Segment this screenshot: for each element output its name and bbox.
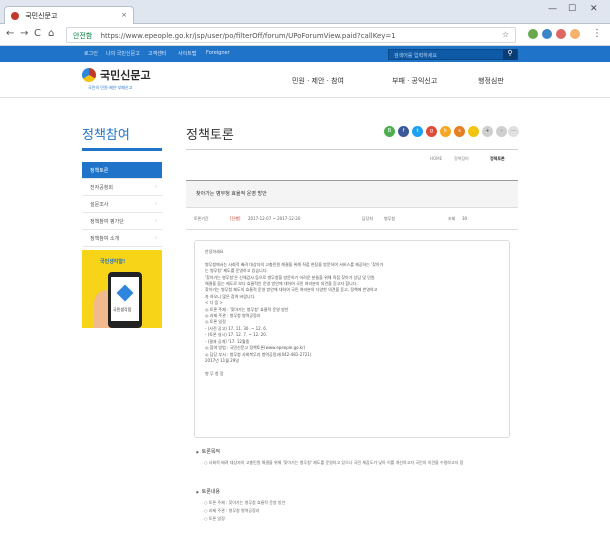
lnb-title: 정책참여: [82, 128, 130, 143]
breadcrumb-home[interactable]: HOME: [430, 156, 442, 161]
window-maximize-icon[interactable]: ☐: [568, 4, 576, 14]
idea-banner[interactable]: 국민생각함! 국민생각함: [82, 250, 162, 328]
site-logo-subtitle: 국민의 민원·제안·부패신고: [88, 85, 133, 90]
zoom-out-icon[interactable]: -: [496, 126, 507, 137]
lnb-item-forum[interactable]: 정책토론: [82, 162, 162, 179]
title-divider: [186, 149, 518, 150]
page-title: 정책토론: [186, 128, 234, 143]
section-content-line: ○ 과제 주관 : 병무청 병역공정과: [204, 508, 260, 513]
window-close-icon[interactable]: ✕: [590, 4, 598, 14]
lnb-item-label: 정책참여 소개: [90, 236, 120, 242]
gnb-civil[interactable]: 민원 · 제안 · 참여: [292, 76, 344, 86]
lnb-item-label: 정책토론: [90, 168, 109, 174]
status-badge: [진행]: [230, 216, 241, 221]
zoom-in-icon[interactable]: +: [482, 126, 493, 137]
breadcrumb-current: 정책토론: [490, 156, 505, 161]
phone-illustration: 국민생각함: [108, 272, 142, 328]
org-value: 병무청: [384, 216, 396, 221]
browser-menu-icon[interactable]: ⋮: [592, 28, 602, 39]
section-content-line: ○ 토론 일정: [204, 516, 225, 521]
tab-title: 국민신문고: [25, 12, 58, 20]
views-label: 조회: [448, 216, 456, 221]
lnb-item-label: 전자공청회: [90, 185, 114, 191]
lnb-item-survey[interactable]: 설문조사 ›: [82, 196, 162, 213]
gnb-admin-appeal[interactable]: 행정심판: [478, 76, 504, 86]
logo-emblem-icon[interactable]: [82, 68, 96, 82]
top-link-my[interactable]: 나의 국민신문고: [106, 50, 140, 57]
home-icon[interactable]: ⌂: [48, 28, 54, 39]
chevron-right-icon: ›: [155, 218, 157, 224]
share-story-icon[interactable]: s: [454, 126, 465, 137]
share-kakao-icon[interactable]: k: [440, 126, 451, 137]
more-icon[interactable]: ···: [508, 126, 519, 137]
org-label: 담당처: [362, 216, 374, 221]
share-blog-icon[interactable]: B: [384, 126, 395, 137]
post-meta: 토론기간 [진행] 2017-12-07 ~ 2017-12-20 담당처 병무…: [186, 208, 518, 230]
section-purpose-text: ○ 사회적 배려 대상자의 고충민원 해결을 위해 '찾아가는 병무청' 제도를…: [204, 460, 464, 465]
section-content-line: ○ 토론 주제 : 찾아가는 병무청 효율적 운영 방안: [204, 500, 286, 505]
extension-blue-icon[interactable]: [542, 29, 552, 39]
lnb-divider: [82, 148, 162, 151]
section-content-title: 토론내용: [196, 488, 220, 495]
extension-orange-icon[interactable]: [570, 29, 580, 39]
views-value: 30: [462, 216, 468, 221]
top-link-sitemap[interactable]: 사이트맵: [178, 50, 196, 57]
site-search-box[interactable]: 검색어를 입력하세요 ⚲: [388, 49, 518, 60]
body-line: 병 무 청 장: [205, 370, 224, 376]
url-text: https://www.epeople.go.kr/jsp/user/po/fi…: [100, 32, 396, 40]
share-facebook-icon[interactable]: f: [398, 126, 409, 137]
lnb-item-panel[interactable]: 정책참여 평가단 ›: [82, 213, 162, 230]
post-subject: 찾아가는 병무청 효율적 운영 방안: [186, 180, 518, 208]
gnb-corruption[interactable]: 부패 · 공익신고: [392, 76, 437, 86]
extension-red-icon[interactable]: [556, 29, 566, 39]
banner-text: 국민생각함!: [100, 259, 126, 265]
lnb-item-intro[interactable]: 정책참여 소개 ›: [82, 230, 162, 247]
share-google-icon[interactable]: g: [426, 126, 437, 137]
breadcrumb-policy[interactable]: 정책참여: [454, 156, 469, 162]
top-link-login[interactable]: 로그인: [84, 50, 98, 57]
site-utility-bar: 로그인 나의 국민신문고 고객센터 사이트맵 Foreigner 검색어를 입력…: [0, 46, 610, 62]
back-icon[interactable]: ←: [6, 28, 14, 39]
share-band-icon[interactable]: ·: [468, 126, 479, 137]
browser-tab[interactable]: 국민신문고 ×: [4, 6, 134, 24]
site-logo[interactable]: 국민신문고: [100, 67, 151, 83]
browser-tab-bar: 국민신문고 × — ☐ ✕: [0, 0, 610, 24]
address-bar[interactable]: 안전함 https://www.epeople.go.kr/jsp/user/p…: [66, 27, 516, 43]
forward-icon[interactable]: →: [20, 28, 28, 39]
site-search-placeholder: 검색어를 입력하세요: [394, 53, 437, 59]
reload-icon[interactable]: C: [34, 28, 41, 39]
top-link-foreigner[interactable]: Foreigner: [206, 50, 230, 56]
bookmark-star-icon[interactable]: ☆: [502, 30, 509, 39]
tab-close-icon[interactable]: ×: [121, 11, 127, 19]
lnb-item-hearing[interactable]: 전자공청회 ›: [82, 179, 162, 196]
period-label: 토론기간: [194, 216, 209, 221]
period-value: 2017-12-07 ~ 2017-12-20: [248, 216, 301, 221]
phone-screen: 국민생각함: [111, 277, 139, 321]
share-twitter-icon[interactable]: t: [412, 126, 423, 137]
lnb-item-label: 정책참여 평가단: [90, 219, 124, 225]
top-link-support[interactable]: 고객센터: [148, 50, 166, 57]
post-body: 안녕하세요 병무청에서는 사회적 배려 대상자의 고충민원 해결을 위해 직접 …: [194, 240, 510, 438]
secure-label: 안전함: [73, 32, 93, 40]
lnb-item-label: 설문조사: [90, 202, 109, 208]
chevron-right-icon: ›: [155, 184, 157, 190]
extension-green-icon[interactable]: [528, 29, 538, 39]
site-header: 국민신문고 국민의 민원·제안·부패신고 민원 · 제안 · 참여 부패 · 공…: [0, 62, 610, 98]
phone-label: 국민생각함: [113, 307, 132, 312]
cube-logo-icon: [116, 284, 134, 302]
section-purpose-title: 토론목적: [196, 448, 220, 455]
post-subject-text: 찾아가는 병무청 효율적 운영 방안: [196, 191, 267, 197]
search-icon[interactable]: ⚲: [503, 49, 517, 60]
browser-toolbar: ← → C ⌂ 안전함 https://www.epeople.go.kr/js…: [0, 24, 610, 46]
window-minimize-icon[interactable]: —: [548, 4, 557, 14]
chevron-right-icon: ›: [155, 235, 157, 241]
site-favicon-icon: [11, 12, 19, 20]
chevron-right-icon: ›: [155, 201, 157, 207]
